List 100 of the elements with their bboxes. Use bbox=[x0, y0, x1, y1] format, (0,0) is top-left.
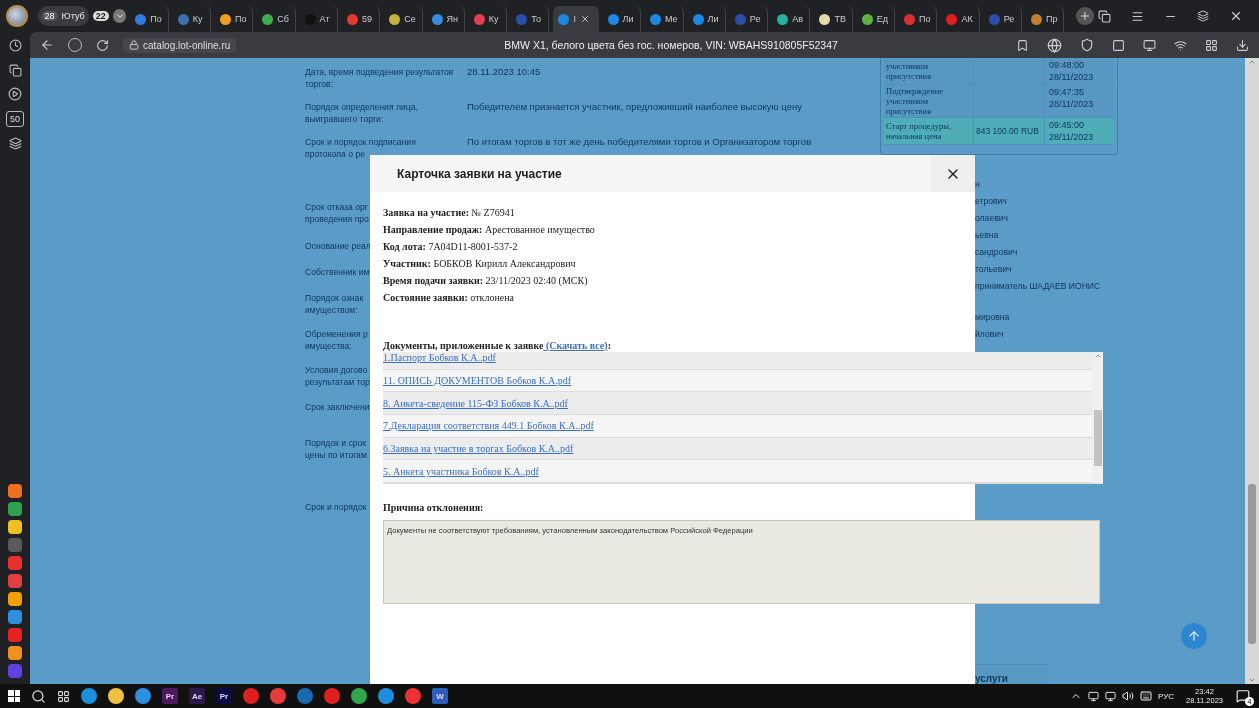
network-icon[interactable] bbox=[1105, 690, 1116, 702]
person-name: мировна bbox=[975, 311, 1011, 323]
field-label: Собственник им bbox=[305, 266, 370, 278]
extension-icon[interactable] bbox=[1112, 38, 1125, 52]
app-icon[interactable]: Pr bbox=[162, 688, 178, 704]
document-link[interactable]: 1.Паспорт Бобков К.А..pdf bbox=[383, 352, 496, 364]
field-label: Срок заключени bbox=[305, 401, 370, 413]
extension-icon[interactable] bbox=[1143, 38, 1156, 52]
person-name: йлович bbox=[975, 328, 1005, 340]
keyboard-icon[interactable] bbox=[1140, 690, 1152, 702]
field-label: Срок и порядок подписания протокола о ре bbox=[305, 136, 417, 160]
application-field: Участник: БОБКОВ Кирилл Александрович bbox=[383, 255, 962, 272]
person-name: н bbox=[975, 178, 981, 190]
scroll-down-icon[interactable] bbox=[1248, 676, 1256, 684]
new-tab-button[interactable] bbox=[1076, 7, 1094, 25]
page-scrollbar[interactable] bbox=[1245, 58, 1259, 684]
task-view-icon[interactable] bbox=[57, 689, 70, 703]
app-icon[interactable] bbox=[135, 688, 151, 704]
person-name: приниматель ШАДАЕВ ИОНИС bbox=[975, 280, 1101, 292]
app-icon[interactable] bbox=[351, 688, 367, 704]
person-name: олаевич bbox=[975, 212, 1009, 224]
tab-group-label: Ютуб bbox=[61, 11, 85, 21]
field-label: Порядок и срок цены по итогам bbox=[305, 437, 368, 461]
language-indicator[interactable]: РУС bbox=[1158, 691, 1174, 701]
tab-counter[interactable]: 22 bbox=[92, 11, 109, 21]
scroll-up-icon[interactable] bbox=[1093, 352, 1102, 360]
field-label: Условия догово результатам тор bbox=[305, 364, 370, 388]
document-link[interactable]: 6.Заявка на участие в торгах Бобков К.А..pdf bbox=[383, 443, 574, 454]
documents-heading: Документы, приложенные к заявке bbox=[383, 340, 544, 351]
reload-icon[interactable] bbox=[96, 38, 109, 52]
caret-icon[interactable] bbox=[112, 9, 127, 23]
url-field[interactable]: catalog.lot-online.ru bbox=[123, 37, 237, 53]
close-icon[interactable] bbox=[1229, 9, 1243, 23]
app-icon[interactable] bbox=[378, 688, 394, 704]
document-link[interactable]: 11. ОПИСЬ ДОКУМЕНТОВ Бобков К.А.pdf bbox=[383, 375, 571, 386]
app-icon[interactable]: W bbox=[432, 688, 448, 704]
tabs-icon[interactable] bbox=[8, 64, 22, 77]
monitor-icon[interactable] bbox=[1088, 690, 1099, 702]
tab-count: 28 bbox=[41, 11, 58, 21]
profile-avatar[interactable] bbox=[6, 5, 28, 27]
application-field: Заявка на участие: № Z76941 bbox=[383, 204, 962, 221]
document-link[interactable]: 5. Анкета участника Бобков К.А..pdf bbox=[383, 465, 539, 477]
app-icon[interactable]: Ae bbox=[189, 688, 205, 704]
globe-icon[interactable] bbox=[1047, 37, 1062, 53]
sidebar-badge[interactable]: 50 bbox=[6, 111, 24, 127]
app-icon[interactable] bbox=[108, 688, 124, 704]
app-icon[interactable] bbox=[405, 688, 421, 704]
lock-icon bbox=[129, 40, 139, 50]
history-icon[interactable] bbox=[8, 38, 22, 52]
browser-tab[interactable]: I bbox=[553, 6, 599, 32]
document-link[interactable]: 7.Декларация соответствия 449.1 Бобков К.А..pdf bbox=[383, 420, 594, 432]
application-field: Направление продаж: Арестованное имущество bbox=[383, 221, 962, 238]
arrow-up-icon bbox=[1187, 629, 1201, 643]
extension-icon[interactable] bbox=[1174, 38, 1187, 52]
app-icon[interactable] bbox=[81, 688, 97, 704]
tabs-icon[interactable] bbox=[1098, 9, 1111, 23]
tab-group[interactable]: 28 Ютуб bbox=[37, 6, 89, 26]
field-label: Основание реал bbox=[305, 240, 370, 252]
application-field: Состояние заявки: отклонена bbox=[383, 289, 962, 306]
download-all-link[interactable]: (Скачать все) bbox=[543, 340, 608, 351]
search-icon[interactable] bbox=[31, 688, 46, 704]
field-value: По итогам торгов в тот же день победителями торгов и Организатором торгов bbox=[467, 136, 812, 149]
close-icon[interactable] bbox=[579, 14, 590, 24]
scroll-thumb[interactable] bbox=[1248, 483, 1256, 644]
field-label: Дата, время подведения результатов торгов: bbox=[305, 66, 455, 90]
bookmark-icon[interactable] bbox=[1016, 38, 1029, 52]
price-cell: 843 100.00 RUB bbox=[974, 118, 1045, 144]
scrollbar[interactable] bbox=[1092, 352, 1103, 483]
field-value: 28.11.2023 10:45 bbox=[467, 66, 541, 79]
download-icon[interactable] bbox=[1236, 38, 1249, 52]
play-icon[interactable] bbox=[8, 87, 22, 101]
time-cell-text: 09:47:35 28/11/2023 bbox=[1048, 86, 1095, 111]
volume-icon[interactable] bbox=[1122, 690, 1134, 702]
person-name: тольевич bbox=[975, 263, 1013, 275]
time-cell-text: 09:48:00 28/11/2023 bbox=[1048, 59, 1095, 84]
app-icon[interactable] bbox=[8, 520, 22, 534]
shield-icon[interactable] bbox=[1080, 38, 1094, 52]
scroll-thumb[interactable] bbox=[1093, 410, 1102, 466]
field-label: Срок отказа орг проведения про bbox=[305, 201, 370, 225]
section-heading: услуги bbox=[975, 664, 1048, 684]
app-icon[interactable] bbox=[270, 688, 286, 704]
field-value: Победителем признается участник, предложивший наиболее высокую цену bbox=[467, 101, 802, 114]
field-label: Порядок ознак имуществом: bbox=[305, 292, 365, 316]
event-cell: Подтверждение участником присутствия bbox=[884, 85, 974, 117]
document-link[interactable]: 8. Анкета-сведение 115-ФЗ Бобков К.А..pdf bbox=[383, 397, 568, 409]
plus-icon bbox=[1079, 10, 1092, 22]
event-cell: участником присутствия bbox=[884, 58, 974, 84]
colon-mark: : bbox=[607, 340, 611, 351]
start-icon[interactable] bbox=[8, 690, 20, 702]
close-button[interactable] bbox=[931, 155, 975, 192]
menu-icon[interactable] bbox=[1131, 9, 1144, 23]
back-icon[interactable] bbox=[40, 38, 54, 52]
application-field: Код лота: 7A04D11-8001-537-2 bbox=[383, 238, 962, 255]
app-icon[interactable]: Pr bbox=[216, 688, 232, 704]
person-name: етрович bbox=[975, 195, 1008, 207]
person-name: сандрович bbox=[975, 246, 1019, 258]
person-name: ьевна bbox=[975, 229, 1000, 241]
field-label: Порядок определения лица, выигравшего торги: bbox=[305, 101, 419, 125]
scroll-up-icon[interactable] bbox=[1248, 58, 1256, 66]
extension-icon[interactable] bbox=[1205, 38, 1218, 52]
